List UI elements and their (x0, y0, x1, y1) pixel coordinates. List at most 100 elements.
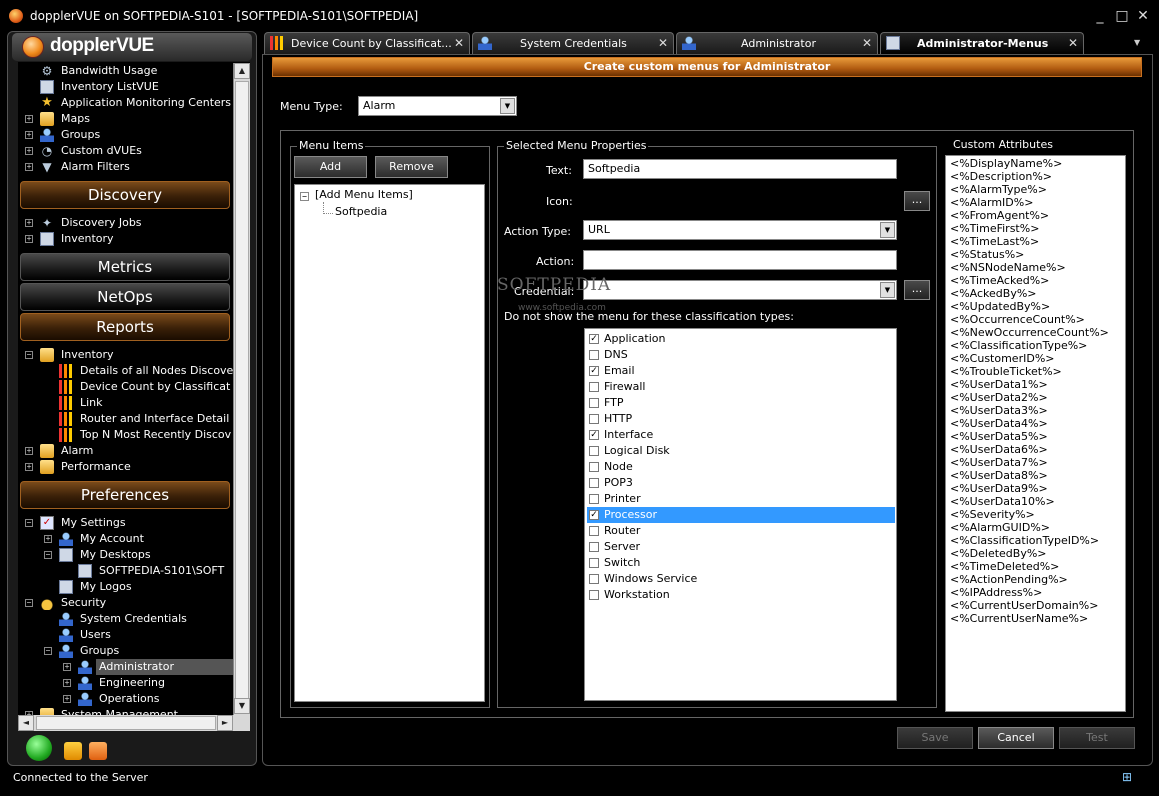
expand-icon[interactable]: + (63, 679, 71, 687)
credential-select[interactable]: ▼ (583, 280, 897, 300)
chevron-down-icon[interactable]: ▼ (880, 222, 895, 238)
attribute-item[interactable]: <%UserData2%> (950, 391, 1048, 404)
classification-checklist[interactable]: ✓ Application DNS ✓ Email Firewall FTP HTTP ✓ Int… (584, 328, 897, 701)
classification-item[interactable]: Router (587, 523, 895, 539)
section-metrics[interactable]: Metrics (20, 253, 230, 281)
classification-item[interactable]: DNS (587, 347, 895, 363)
chevron-down-icon[interactable]: ▼ (500, 98, 515, 114)
tree-child-item[interactable]: Softpedia (335, 205, 387, 218)
attribute-item[interactable]: <%TimeLast%> (950, 235, 1039, 248)
phone-icon[interactable] (26, 735, 52, 761)
section-preferences[interactable]: Preferences (20, 481, 230, 509)
checkbox-checked[interactable]: ✓ (589, 430, 599, 440)
menu-type-select[interactable]: Alarm ▼ (358, 96, 517, 116)
attribute-item[interactable]: <%ActionPending%> (950, 573, 1068, 586)
attribute-item[interactable]: <%AlarmType%> (950, 183, 1047, 196)
attribute-item[interactable]: <%Description%> (950, 170, 1052, 183)
checkbox[interactable] (589, 574, 599, 584)
scroll-left-button[interactable]: ◄ (18, 715, 34, 731)
attribute-item[interactable]: <%UserData8%> (950, 469, 1048, 482)
attribute-item[interactable]: <%ClassificationTypeID%> (950, 534, 1099, 547)
collapse-icon[interactable]: − (25, 519, 33, 527)
classification-item[interactable]: ✓ Email (587, 363, 895, 379)
attribute-item[interactable]: <%CurrentUserDomain%> (950, 599, 1098, 612)
collapse-icon[interactable]: − (25, 599, 33, 607)
classification-item[interactable]: Switch (587, 555, 895, 571)
close-tab-icon[interactable]: ✕ (658, 36, 668, 50)
expand-icon[interactable]: + (25, 163, 33, 171)
checkbox[interactable] (589, 446, 599, 456)
expand-icon[interactable]: + (63, 695, 71, 703)
attribute-item[interactable]: <%NewOccurrenceCount%> (950, 326, 1109, 339)
checkbox[interactable] (589, 558, 599, 568)
back-icon[interactable] (89, 742, 107, 760)
attribute-item[interactable]: <%UserData10%> (950, 495, 1055, 508)
attribute-item[interactable]: <%ClassificationType%> (950, 339, 1087, 352)
chevron-down-icon[interactable]: ▼ (880, 282, 895, 298)
expand-icon[interactable]: + (44, 535, 52, 543)
classification-item[interactable]: HTTP (587, 411, 895, 427)
checkbox[interactable] (589, 542, 599, 552)
sidebar-horizontal-scrollbar[interactable]: ◄ ► (18, 715, 250, 731)
attribute-item[interactable]: <%UserData1%> (950, 378, 1048, 391)
save-button[interactable]: Save (897, 727, 973, 749)
lock-icon[interactable] (64, 742, 82, 760)
checkbox[interactable] (589, 590, 599, 600)
classification-item[interactable]: ✓ Processor (587, 507, 895, 523)
expand-icon[interactable]: + (25, 463, 33, 471)
credential-browse-button[interactable]: ... (904, 280, 930, 300)
checkbox[interactable] (589, 526, 599, 536)
attribute-item[interactable]: <%IPAddress%> (950, 586, 1042, 599)
attribute-item[interactable]: <%OccurrenceCount%> (950, 313, 1085, 326)
expand-icon[interactable]: + (25, 219, 33, 227)
classification-item[interactable]: Node (587, 459, 895, 475)
checkbox-checked[interactable]: ✓ (589, 334, 599, 344)
section-discovery[interactable]: Discovery (20, 181, 230, 209)
expand-icon[interactable]: + (63, 663, 71, 671)
tab-administrator[interactable]: Administrator ✕ (676, 32, 878, 54)
classification-item[interactable]: Windows Service (587, 571, 895, 587)
checkbox[interactable] (589, 414, 599, 424)
attribute-item[interactable]: <%AlarmGUID%> (950, 521, 1050, 534)
scroll-down-button[interactable]: ▼ (234, 698, 250, 714)
classification-item[interactable]: FTP (587, 395, 895, 411)
attribute-item[interactable]: <%CustomerID%> (950, 352, 1054, 365)
expand-icon[interactable]: + (25, 447, 33, 455)
attribute-item[interactable]: <%TimeDeleted%> (950, 560, 1059, 573)
text-field[interactable]: Softpedia (583, 159, 897, 179)
attribute-item[interactable]: <%TroubleTicket%> (950, 365, 1062, 378)
attribute-item[interactable]: <%UserData7%> (950, 456, 1048, 469)
tab-device-count[interactable]: Device Count by Classificat... ✕ (264, 32, 470, 54)
classification-item[interactable]: Printer (587, 491, 895, 507)
scroll-thumb[interactable] (235, 81, 249, 706)
expand-icon[interactable]: + (25, 147, 33, 155)
expand-icon[interactable]: + (25, 235, 33, 243)
sidebar-vertical-scrollbar[interactable]: ▲ ▼ (233, 63, 250, 715)
minimize-button[interactable]: _ (1092, 8, 1108, 24)
checkbox[interactable] (589, 478, 599, 488)
attribute-item[interactable]: <%UserData6%> (950, 443, 1048, 456)
classification-item[interactable]: ✓ Application (587, 331, 895, 347)
remove-button[interactable]: Remove (375, 156, 448, 178)
attribute-item[interactable]: <%TimeAcked%> (950, 274, 1049, 287)
expand-icon[interactable]: + (25, 115, 33, 123)
checkbox-checked[interactable]: ✓ (589, 510, 599, 520)
attribute-item[interactable]: <%AlarmID%> (950, 196, 1033, 209)
maximize-button[interactable]: □ (1114, 8, 1130, 24)
attribute-item[interactable]: <%UserData9%> (950, 482, 1048, 495)
menu-items-tree[interactable]: − [Add Menu Items] Softpedia (294, 184, 485, 702)
section-netops[interactable]: NetOps (20, 283, 230, 311)
attribute-item[interactable]: <%NSNodeName%> (950, 261, 1066, 274)
tree-root-item[interactable]: [Add Menu Items] (315, 188, 413, 201)
action-type-select[interactable]: URL ▼ (583, 220, 897, 240)
attribute-item[interactable]: <%UserData5%> (950, 430, 1048, 443)
custom-attributes-list[interactable]: <%DisplayName%> <%Description%> <%AlarmTyp… (945, 155, 1126, 712)
test-button[interactable]: Test (1059, 727, 1135, 749)
attribute-item[interactable]: <%Severity%> (950, 508, 1035, 521)
close-window-button[interactable]: ✕ (1135, 8, 1151, 24)
collapse-icon[interactable]: − (44, 647, 52, 655)
checkbox[interactable] (589, 462, 599, 472)
checkbox-checked[interactable]: ✓ (589, 366, 599, 376)
collapse-icon[interactable]: − (44, 551, 52, 559)
checkbox[interactable] (589, 382, 599, 392)
